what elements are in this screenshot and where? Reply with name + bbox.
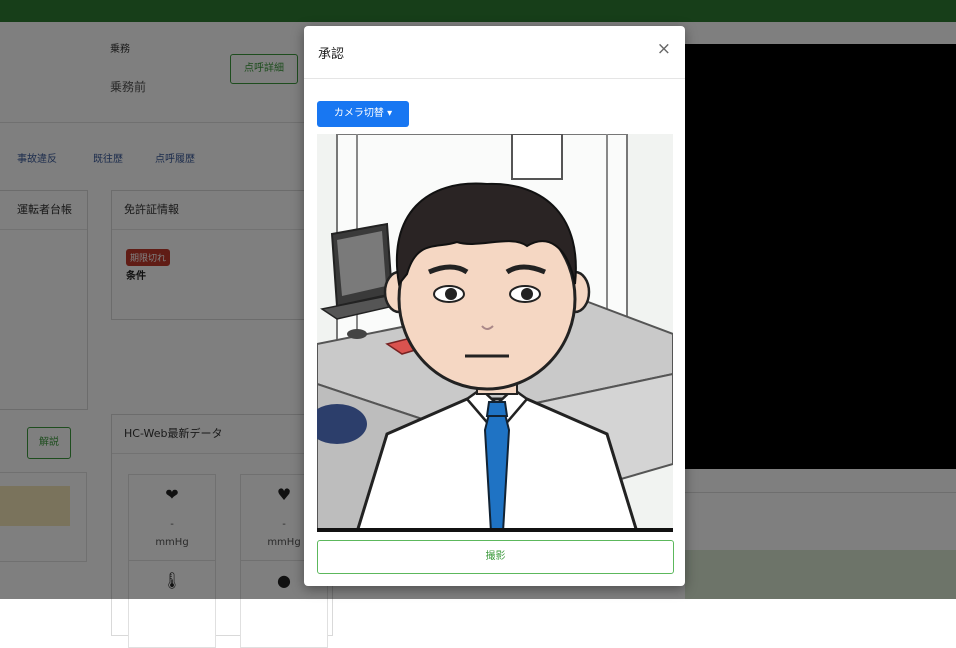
close-icon[interactable]: ×: [657, 39, 671, 59]
approval-modal: 承認 × カメラ切替 ▾ 撮影: [304, 26, 685, 586]
camera-feed-image: [317, 134, 673, 532]
modal-title: 承認: [318, 47, 345, 62]
modal-divider: [304, 78, 685, 79]
camera-feed: [317, 134, 673, 532]
capture-button[interactable]: 撮影: [317, 540, 674, 574]
camera-switch-button[interactable]: カメラ切替 ▾: [317, 101, 409, 127]
